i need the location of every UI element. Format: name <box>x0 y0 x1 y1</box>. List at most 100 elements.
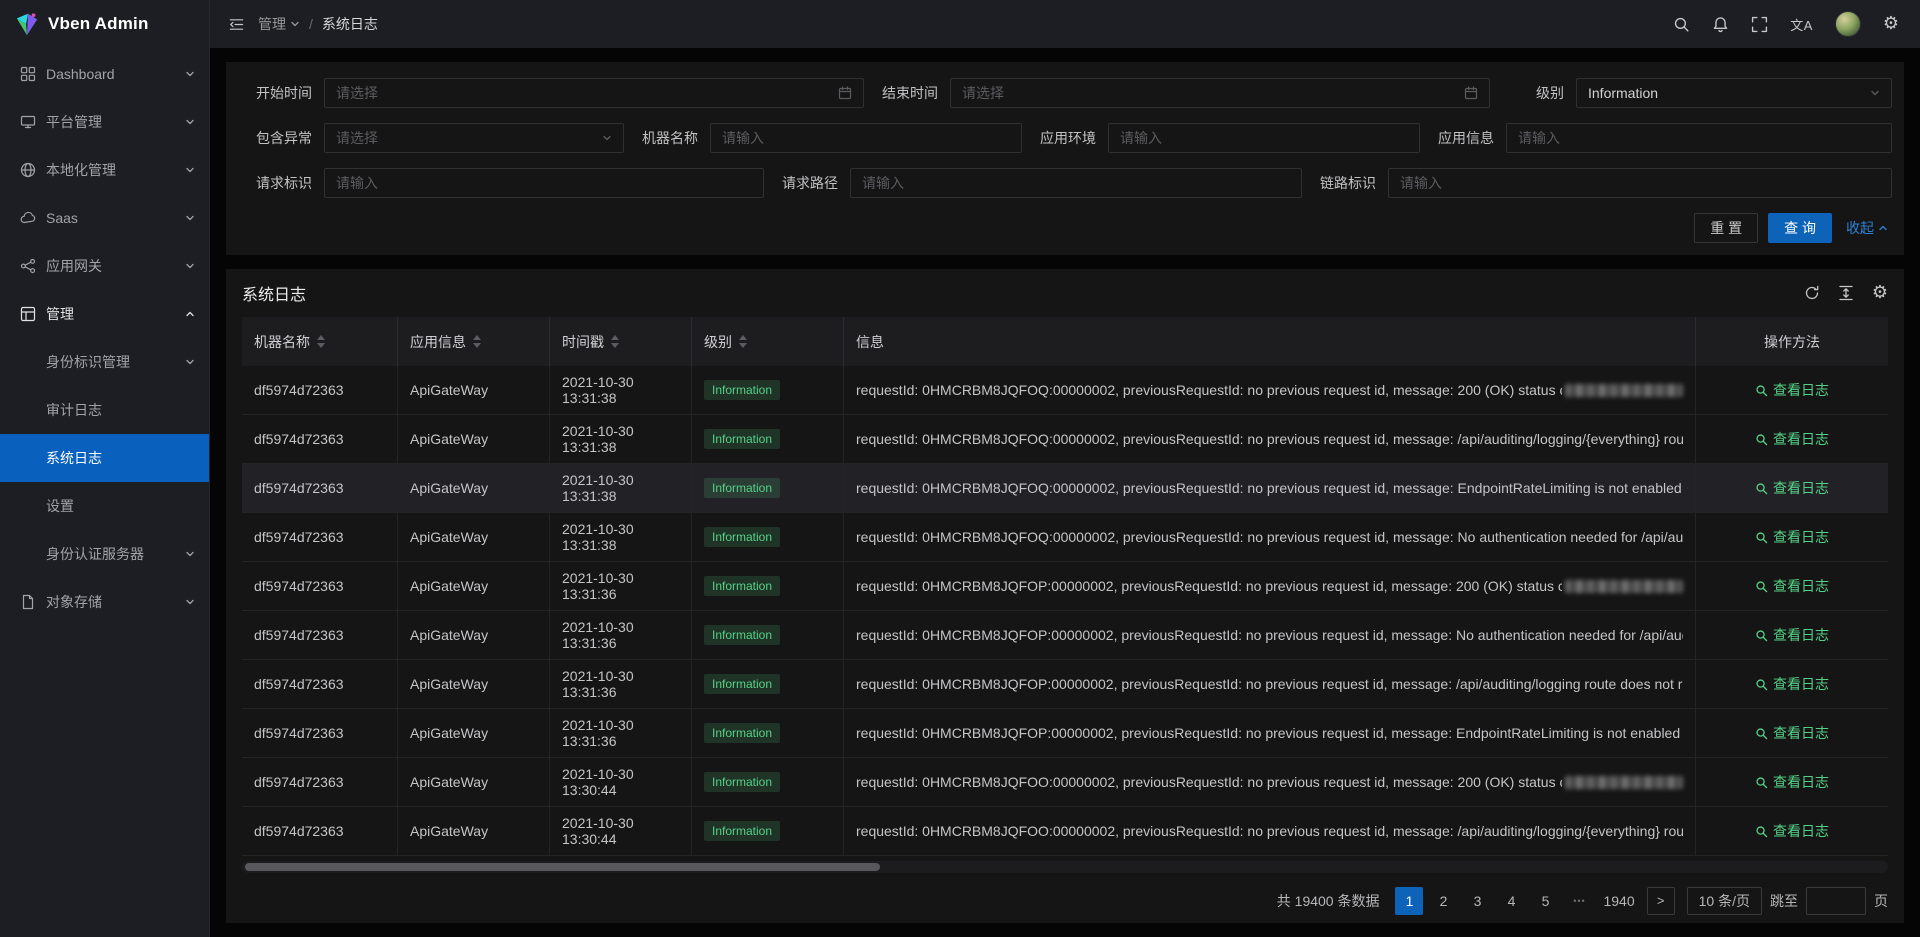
view-log-link[interactable]: 查看日志 <box>1755 772 1829 792</box>
breadcrumb-item[interactable]: 系统日志 <box>322 14 378 34</box>
contains-exception-select[interactable]: 请选择 <box>324 123 624 153</box>
sidebar-subitem-auth-server[interactable]: 身份认证服务器 <box>0 530 209 578</box>
language-translate-icon[interactable]: 文A <box>1779 0 1824 48</box>
fullscreen-icon[interactable] <box>1740 0 1779 48</box>
page-button-2[interactable]: 2 <box>1429 887 1457 915</box>
cell-machine: df5974d72363 <box>242 415 398 463</box>
filter-label: 应用信息 <box>1420 128 1506 148</box>
page-button-1940[interactable]: 1940 <box>1599 887 1638 915</box>
vben-logo-icon <box>14 11 40 37</box>
view-log-link[interactable]: 查看日志 <box>1755 625 1829 645</box>
table-row: df5974d72363ApiGateWay2021-10-30 13:31:3… <box>242 562 1888 611</box>
search-icon[interactable] <box>1662 0 1701 48</box>
trace-id-input[interactable]: 请输入 <box>1388 168 1892 198</box>
cell-level: Information <box>692 464 844 512</box>
view-log-link[interactable]: 查看日志 <box>1755 429 1829 449</box>
sidebar-item-gateway[interactable]: 应用网关 <box>0 242 209 290</box>
filter-actions: 重 置 查 询 收起 <box>238 213 1892 243</box>
cell-actions: 查看日志 <box>1696 758 1888 806</box>
jump-page-input[interactable] <box>1806 887 1866 915</box>
request-id-input[interactable]: 请输入 <box>324 168 764 198</box>
table-row: df5974d72363ApiGateWay2021-10-30 13:31:3… <box>242 611 1888 660</box>
level-badge: Information <box>704 821 780 841</box>
cell-message: requestId: 0HMCRBM8JQFOP:00000002, previ… <box>844 709 1696 757</box>
table-row: df5974d72363ApiGateWay2021-10-30 13:30:4… <box>242 807 1888 856</box>
notification-bell-icon[interactable] <box>1701 0 1740 48</box>
cell-timestamp: 2021-10-30 13:30:44 <box>550 758 692 806</box>
view-log-link[interactable]: 查看日志 <box>1755 723 1829 743</box>
request-path-input[interactable]: 请输入 <box>850 168 1302 198</box>
column-height-icon[interactable] <box>1838 285 1854 301</box>
breadcrumb-separator: / <box>309 16 313 32</box>
next-page-button[interactable]: > <box>1647 887 1675 915</box>
sidebar-item-localization[interactable]: 本地化管理 <box>0 146 209 194</box>
page-button-3[interactable]: 3 <box>1463 887 1491 915</box>
sidebar-subitem-identity[interactable]: 身份标识管理 <box>0 338 209 386</box>
cell-message: requestId: 0HMCRBM8JQFOQ:00000002, previ… <box>844 513 1696 561</box>
sort-icons <box>473 335 481 348</box>
cell-timestamp: 2021-10-30 13:31:38 <box>550 366 692 414</box>
machine-name-input[interactable]: 请输入 <box>710 123 1022 153</box>
sort-desc-icon <box>473 343 481 348</box>
filter-label: 机器名称 <box>624 128 710 148</box>
sidebar-subitem-settings[interactable]: 设置 <box>0 482 209 530</box>
cell-app: ApiGateWay <box>398 709 550 757</box>
cell-machine: df5974d72363 <box>242 660 398 708</box>
sort-asc-icon <box>317 335 325 340</box>
filter-label: 结束时间 <box>864 83 950 103</box>
reset-button[interactable]: 重 置 <box>1694 213 1758 243</box>
sidebar-item-dashboard[interactable]: Dashboard <box>0 50 209 98</box>
page-size-select[interactable]: 10 条/页 <box>1687 887 1762 915</box>
page-button-4[interactable]: 4 <box>1497 887 1525 915</box>
view-log-link[interactable]: 查看日志 <box>1755 380 1829 400</box>
view-log-link[interactable]: 查看日志 <box>1755 478 1829 498</box>
cell-timestamp: 2021-10-30 13:30:44 <box>550 807 692 855</box>
start-time-input[interactable]: 请选择 <box>324 78 864 108</box>
cell-level: Information <box>692 366 844 414</box>
redacted-blur <box>1565 776 1683 789</box>
jump-label: 跳至 <box>1770 891 1798 911</box>
page-button-1[interactable]: 1 <box>1395 887 1423 915</box>
search-button[interactable]: 查 询 <box>1768 213 1832 243</box>
logo[interactable]: Vben Admin <box>0 0 209 48</box>
filter-label: 链路标识 <box>1302 173 1388 193</box>
column-header-timestamp[interactable]: 时间戳 <box>550 317 692 366</box>
table-settings-icon[interactable]: ⚙ <box>1872 284 1888 302</box>
end-time-input[interactable]: 请选择 <box>950 78 1490 108</box>
table-body: df5974d72363ApiGateWay2021-10-30 13:31:3… <box>242 366 1888 856</box>
sidebar-subitem-system-log[interactable]: 系统日志 <box>0 434 209 482</box>
user-avatar[interactable] <box>1824 0 1872 48</box>
scrollbar-thumb[interactable] <box>245 863 880 871</box>
column-header-machine[interactable]: 机器名称 <box>242 317 398 366</box>
cell-message: requestId: 0HMCRBM8JQFOO:00000002, previ… <box>844 807 1696 855</box>
cell-timestamp: 2021-10-30 13:31:36 <box>550 611 692 659</box>
cell-machine: df5974d72363 <box>242 611 398 659</box>
saas-icon <box>20 210 36 226</box>
view-log-link[interactable]: 查看日志 <box>1755 821 1829 841</box>
app-info-input[interactable]: 请输入 <box>1506 123 1892 153</box>
refresh-icon[interactable] <box>1804 285 1820 301</box>
collapse-link[interactable]: 收起 <box>1846 218 1888 238</box>
breadcrumb-item[interactable]: 管理 <box>258 14 300 34</box>
storage-icon <box>20 594 36 610</box>
sidebar-subitem-audit-log[interactable]: 审计日志 <box>0 386 209 434</box>
menu-fold-icon[interactable] <box>218 0 254 48</box>
chevron-down-icon <box>185 213 195 223</box>
cell-actions: 查看日志 <box>1696 709 1888 757</box>
table-head: 系统日志 ⚙ <box>242 269 1888 317</box>
sidebar-item-management[interactable]: 管理 <box>0 290 209 338</box>
column-header-app[interactable]: 应用信息 <box>398 317 550 366</box>
sort-icons <box>317 335 325 348</box>
page-button-5[interactable]: 5 <box>1531 887 1559 915</box>
horizontal-scrollbar[interactable] <box>242 861 1888 873</box>
level-select[interactable]: Information <box>1576 78 1892 108</box>
sidebar-item-platform[interactable]: 平台管理 <box>0 98 209 146</box>
app-environment-input[interactable]: 请输入 <box>1108 123 1420 153</box>
column-header-level[interactable]: 级别 <box>692 317 844 366</box>
settings-gear-icon[interactable]: ⚙ <box>1872 0 1910 48</box>
view-log-link[interactable]: 查看日志 <box>1755 674 1829 694</box>
sidebar-item-object-storage[interactable]: 对象存储 <box>0 578 209 626</box>
view-log-link[interactable]: 查看日志 <box>1755 527 1829 547</box>
sidebar-item-saas[interactable]: Saas <box>0 194 209 242</box>
view-log-link[interactable]: 查看日志 <box>1755 576 1829 596</box>
